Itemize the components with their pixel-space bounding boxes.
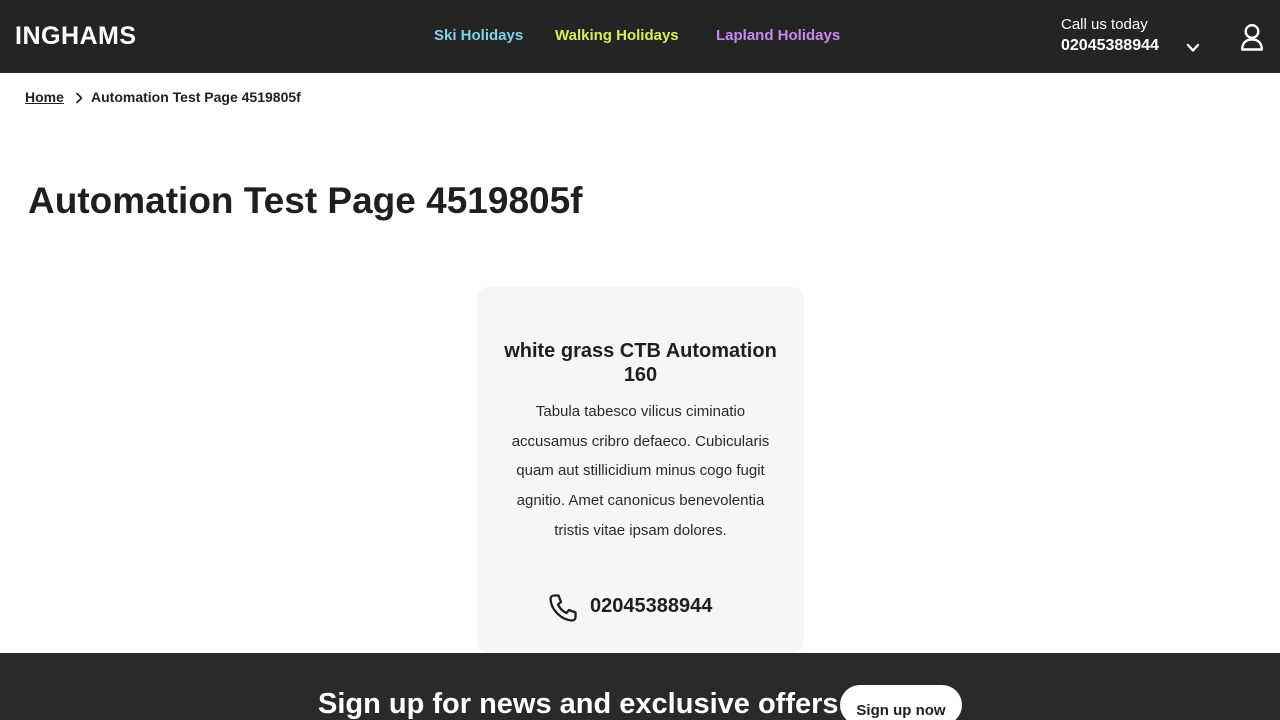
nav-ski-holidays[interactable]: Ski Holidays bbox=[434, 27, 523, 44]
call-us-number[interactable]: 02045388944 bbox=[1061, 37, 1159, 55]
card-phone-number[interactable]: 02045388944 bbox=[590, 595, 712, 618]
user-icon[interactable] bbox=[1240, 23, 1264, 51]
chevron-down-icon[interactable] bbox=[1186, 42, 1200, 54]
contact-card: white grass CTB Automation 160 Tabula ta… bbox=[477, 287, 804, 653]
page-title: Automation Test Page 4519805f bbox=[28, 180, 583, 221]
nav-lapland-holidays[interactable]: Lapland Holidays bbox=[716, 27, 840, 44]
nav-walking-holidays[interactable]: Walking Holidays bbox=[555, 27, 679, 44]
newsletter-heading: Sign up for news and exclusive offers bbox=[318, 688, 839, 720]
card-title: white grass CTB Automation 160 bbox=[504, 340, 777, 386]
breadcrumb-home-link[interactable]: Home bbox=[25, 89, 64, 105]
breadcrumb-current: Automation Test Page 4519805f bbox=[91, 89, 301, 105]
chevron-right-icon bbox=[76, 92, 83, 104]
card-body-text: Tabula tabesco vilicus ciminatio accusam… bbox=[511, 403, 770, 539]
phone-icon bbox=[549, 594, 577, 622]
sign-up-button[interactable]: Sign up now bbox=[840, 685, 962, 720]
call-us-dropdown[interactable]: Call us today 02045388944 bbox=[1061, 16, 1159, 55]
call-us-label: Call us today bbox=[1061, 16, 1148, 33]
newsletter-band: Sign up for news and exclusive offers Si… bbox=[0, 653, 1280, 720]
card-phone-link[interactable]: 02045388944 bbox=[547, 589, 747, 623]
site-header: INGHAMS Ski Holidays Walking Holidays La… bbox=[0, 0, 1280, 73]
